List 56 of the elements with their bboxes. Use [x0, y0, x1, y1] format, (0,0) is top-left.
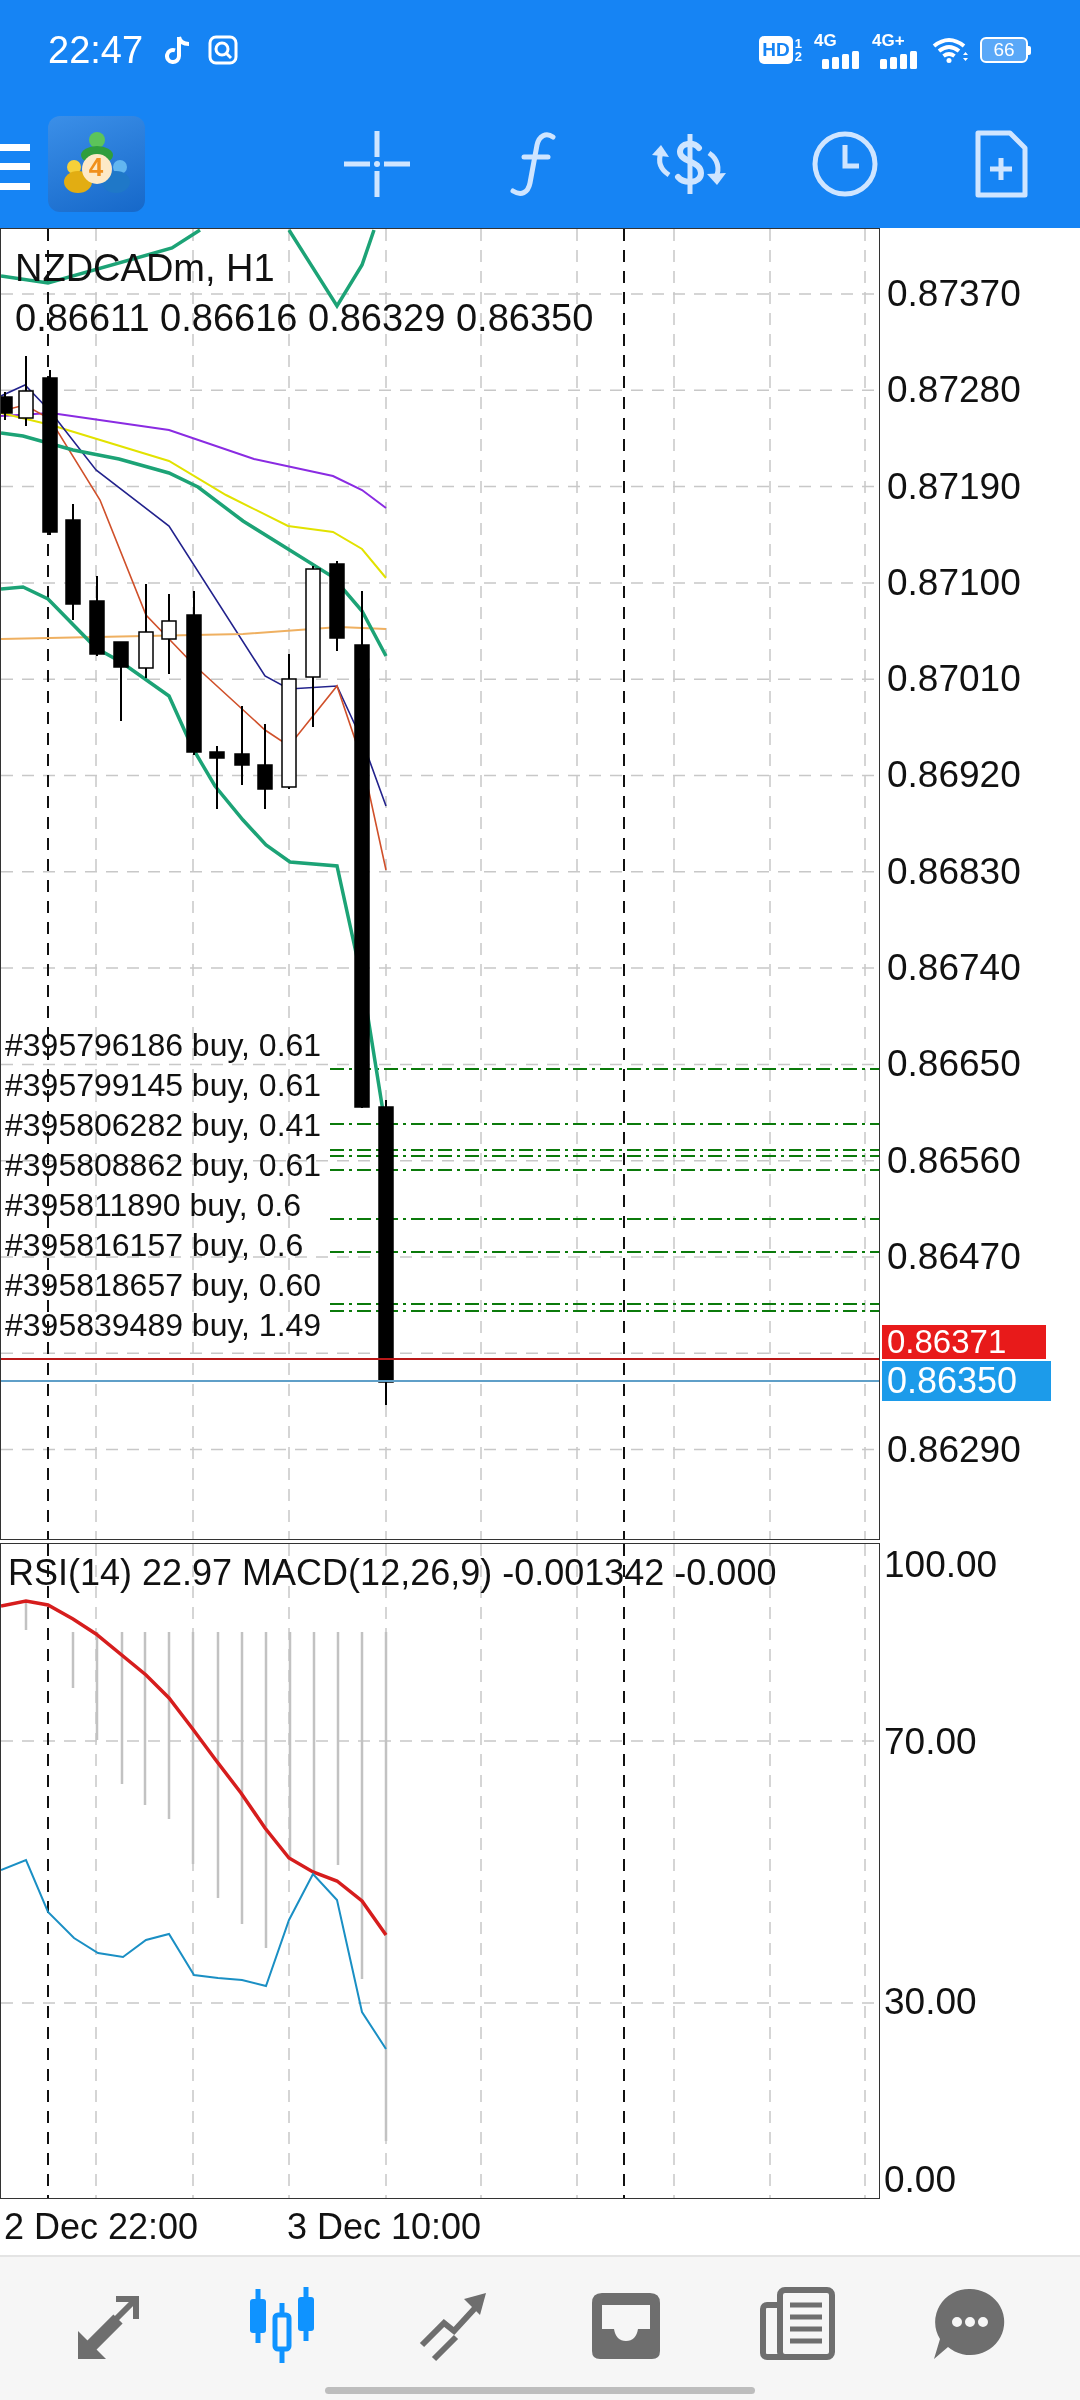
music-note-icon [165, 34, 192, 66]
order-label: #395818657 buy, 0.60 [5, 1266, 322, 1305]
bullish-candle [18, 355, 34, 427]
histogram-bar [24, 1601, 28, 1630]
time-label: 2 Dec 22:00 [3, 2205, 200, 2249]
scale-label: 0.00 [884, 2158, 957, 2202]
price-label: 0.87100 [887, 561, 1021, 604]
scale-label: 70.00 [884, 1720, 978, 1764]
order-label: #395808862 buy, 0.61 [5, 1146, 322, 1185]
price-label: 0.87190 [887, 465, 1021, 508]
bearish-candle [1, 391, 13, 421]
signal-icon [878, 50, 918, 69]
price-label: 0.86560 [887, 1139, 1021, 1182]
price-label: 0.87370 [887, 273, 1021, 315]
price-label: 0.86650 [887, 1043, 1021, 1086]
scale-label: 100.00 [884, 1543, 998, 1587]
order-label: #395806282 buy, 0.41 [5, 1106, 322, 1145]
price-label: 0.86290 [887, 1428, 1021, 1471]
crosshair-icon[interactable] [344, 131, 410, 197]
price-chart-panel[interactable] [0, 228, 880, 1540]
dollar-arrows-icon[interactable] [649, 131, 729, 197]
order-label: #395796186 buy, 0.61 [5, 1026, 322, 1065]
indicator-panel[interactable]: RSI(14) 22.97 MACD(12,26,9) -0.001342 -0.000 [0, 1543, 880, 2199]
price-label: 0.86830 [887, 850, 1021, 893]
order-label: #395811890 buy, 0.6 [5, 1186, 302, 1225]
network-type-label: 4G+ [872, 31, 906, 50]
ohlc-values: 0.86611 0.86616 0.86329 0.86350 [15, 298, 594, 338]
price-label: 0.86740 [887, 947, 1021, 990]
square-app-icon [208, 35, 239, 65]
indicator-legend: RSI(14) 22.97 MACD(12,26,9) -0.001342 -0.000 [8, 1553, 777, 1593]
status-time: 22:47 [48, 28, 144, 72]
sim-slot-label: 1 [794, 37, 802, 50]
logo-digit: 4 [87, 153, 105, 181]
order-label: #395839489 buy, 1.49 [5, 1306, 322, 1345]
price-label: 0.86920 [887, 754, 1021, 797]
network-type-label: 4G [814, 31, 838, 50]
battery-percent: 66 [980, 37, 1028, 63]
time-label: 3 Dec 10:00 [287, 2205, 482, 2249]
scale-label: 30.00 [884, 1980, 978, 2024]
price-label: 0.87280 [887, 369, 1021, 412]
clock-icon[interactable] [812, 131, 878, 197]
hd-badge: HD [759, 36, 793, 64]
function-icon[interactable] [510, 131, 556, 197]
add-document-icon[interactable] [973, 130, 1029, 198]
sim-slot-label: 2 [794, 50, 802, 63]
wifi-icon [932, 36, 968, 64]
ask-price-tag: 0.86371 [882, 1325, 1046, 1360]
bid-price-tag: 0.86350 [882, 1361, 1051, 1402]
signal-icon [820, 50, 860, 69]
histogram-bar [71, 1632, 75, 1688]
price-label: 0.86470 [887, 1235, 1021, 1278]
order-label: #395799145 buy, 0.61 [5, 1066, 322, 1105]
order-label: #395816157 buy, 0.6 [5, 1226, 305, 1265]
bearish-candle [209, 745, 225, 810]
menu-icon[interactable] [0, 144, 30, 190]
price-label: 0.87010 [887, 658, 1021, 701]
